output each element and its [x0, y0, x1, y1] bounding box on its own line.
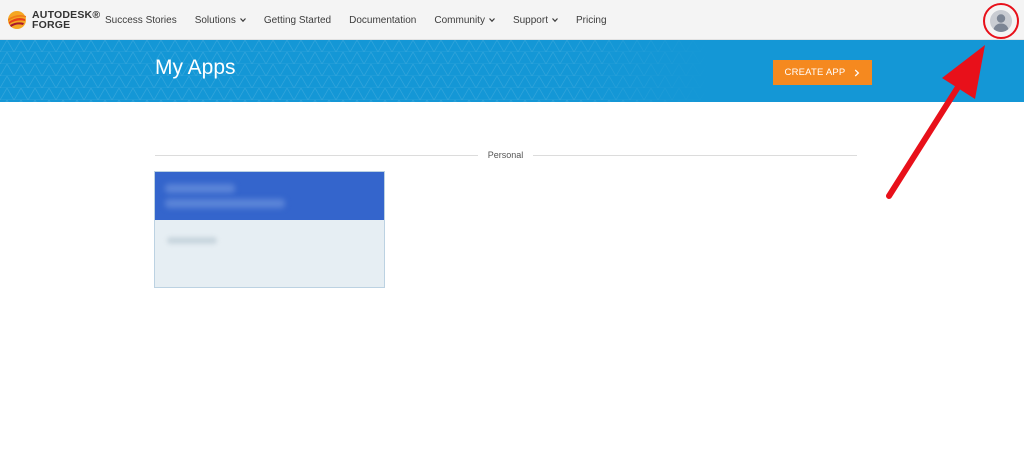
blurred-app-detail	[167, 237, 217, 244]
page-banner: My Apps CREATE APP	[0, 40, 1024, 102]
blurred-app-name	[165, 184, 235, 193]
user-avatar[interactable]	[990, 10, 1012, 32]
autodesk-forge-logo[interactable]: AUTODESK® FORGE	[7, 8, 100, 32]
section-divider-left	[155, 155, 478, 156]
nav-item-community[interactable]: Community	[434, 15, 495, 26]
nav-item-label: Solutions	[194, 14, 236, 26]
nav-item-pricing[interactable]: Pricing	[576, 15, 607, 26]
logo-line-forge: FORGE	[32, 19, 71, 31]
chevron-down-icon	[489, 18, 495, 23]
nav-item-getting-started[interactable]: Getting Started	[264, 15, 331, 26]
nav-item-label: Support	[512, 14, 548, 26]
user-avatar-icon	[993, 14, 1009, 32]
nav-item-label: Community	[434, 14, 485, 26]
nav-item-label: Success Stories	[105, 14, 177, 26]
create-app-button-label: CREATE APP	[784, 67, 846, 78]
autodesk-logo-icon	[8, 11, 26, 29]
nav-item-label: Documentation	[349, 14, 417, 26]
top-navigation-bar: AUTODESK® FORGE Success Stories Solution…	[0, 0, 1024, 40]
section-divider-right	[533, 155, 857, 156]
nav-item-solutions[interactable]: Solutions	[195, 15, 246, 26]
app-card-header	[155, 172, 384, 220]
nav-item-support[interactable]: Support	[513, 15, 558, 26]
main-nav: Success Stories Solutions Getting Starte…	[105, 0, 625, 40]
nav-item-success-stories[interactable]: Success Stories	[105, 15, 177, 26]
create-app-button[interactable]: CREATE APP	[773, 60, 872, 85]
chevron-right-icon	[855, 69, 860, 76]
page-title: My Apps	[155, 56, 236, 79]
logo-wordmark: AUTODESK® FORGE	[32, 10, 100, 31]
app-card[interactable]	[154, 171, 385, 288]
blurred-app-subtitle	[165, 199, 285, 208]
chevron-down-icon	[552, 18, 558, 23]
nav-item-documentation[interactable]: Documentation	[349, 15, 416, 26]
chevron-down-icon	[239, 18, 246, 23]
nav-item-label: Pricing	[575, 14, 607, 26]
nav-item-label: Getting Started	[263, 14, 332, 26]
section-label-personal: Personal	[487, 150, 524, 160]
avatar-highlight-circle	[983, 3, 1019, 39]
